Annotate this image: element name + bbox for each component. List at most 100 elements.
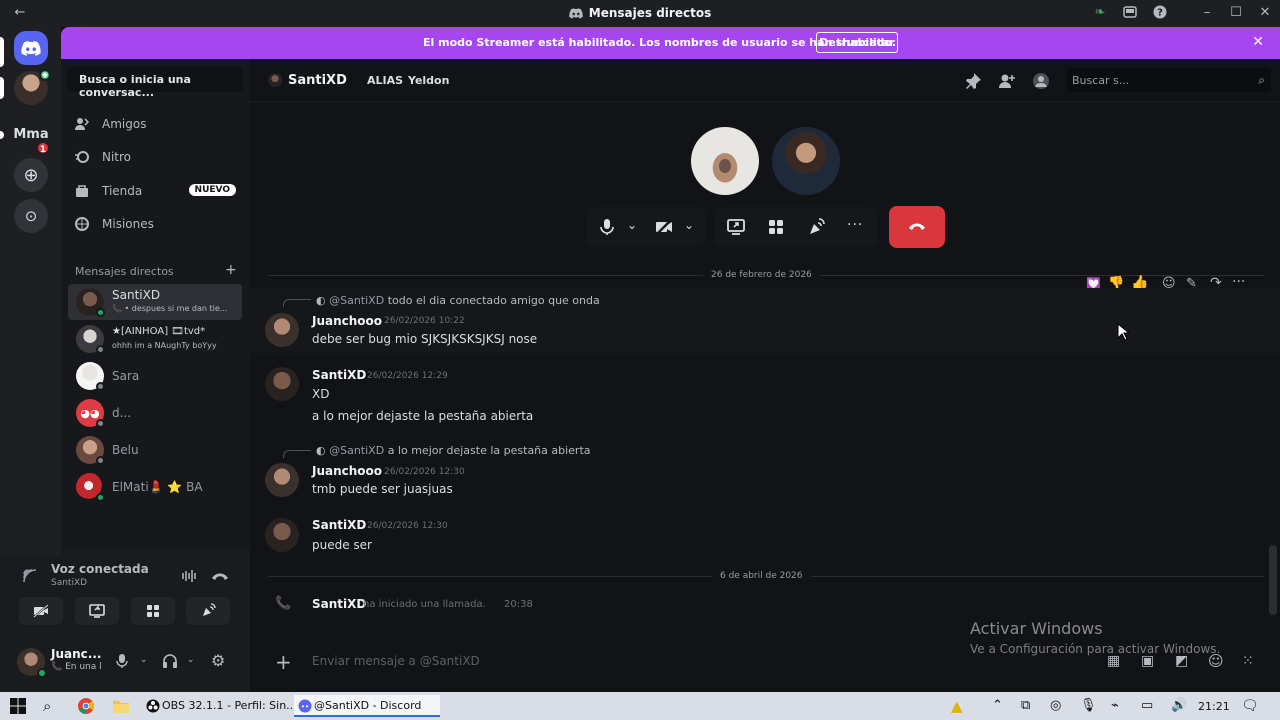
activities-button[interactable]: [131, 597, 175, 625]
headphones-icon[interactable]: [162, 653, 178, 669]
inbox-icon[interactable]: [1123, 5, 1139, 21]
screen-share-icon: [89, 604, 105, 618]
windows-start-icon[interactable]: [9, 697, 27, 715]
show-hidden-icons[interactable]: ⌃: [992, 697, 1010, 715]
pin-icon[interactable]: [964, 72, 982, 90]
call-controls-audio-video: ⌄ ⌄: [586, 207, 706, 247]
nitro-leaf-icon[interactable]: ❧: [1092, 5, 1108, 21]
call-participant-avatar-2[interactable]: [772, 127, 840, 195]
dm-list-header: Mensajes directos: [75, 265, 174, 278]
compass-icon: ⊙: [24, 207, 38, 225]
home-dm-button[interactable]: [14, 31, 48, 65]
message-author[interactable]: Juanchooo: [312, 464, 382, 478]
call-event-author[interactable]: SantiXD: [312, 597, 366, 611]
alias-value: Yeldon: [408, 74, 450, 87]
message-item[interactable]: ◐ @SantiXD a lo mejor dejaste la pestaña…: [250, 439, 1280, 499]
tray-volume-icon[interactable]: 🔊: [1171, 697, 1189, 715]
call-event: 📞 SantiXD ha iniciado una llamada. 20:38: [250, 595, 1280, 615]
call-microphone-icon[interactable]: [598, 218, 616, 236]
tray-network-icon[interactable]: ◎: [1050, 697, 1068, 715]
reply-preview[interactable]: ◐ @SantiXD a lo mejor dejaste la pestaña…: [316, 444, 591, 457]
activities-composer-icon[interactable]: ⁙: [1242, 653, 1254, 669]
nav-label: Misiones: [102, 217, 154, 231]
audio-options-chevron-icon[interactable]: ⌄: [187, 655, 195, 665]
create-dm-plus-icon[interactable]: +: [225, 262, 237, 278]
close-icon[interactable]: ✕: [1252, 35, 1264, 49]
rail-continuation: [0, 549, 61, 555]
chat-search-input[interactable]: Buscar s... ⌕: [1066, 68, 1271, 92]
message-item[interactable]: SantiXD 26/02/2026 12:30 puede ser: [250, 518, 1280, 558]
message-author[interactable]: SantiXD: [312, 368, 366, 382]
call-soundboard-icon[interactable]: [807, 218, 825, 236]
call-camera-off-icon[interactable]: [655, 218, 673, 236]
minimize-icon[interactable]: –: [1199, 5, 1215, 21]
message-avatar[interactable]: [265, 367, 299, 401]
scrollbar-thumb[interactable]: [1269, 545, 1277, 615]
soundboard-button[interactable]: [186, 597, 230, 625]
unread-indicator: [0, 77, 4, 99]
notifications-icon[interactable]: 🗨: [1241, 697, 1259, 715]
screen-share-button[interactable]: [75, 597, 119, 625]
noise-suppression-icon[interactable]: [181, 569, 197, 583]
message-item[interactable]: ◐ @SantiXD todo el dia conectado amigo q…: [250, 288, 1280, 353]
server-mma[interactable]: Mma 1: [13, 117, 50, 155]
reply-preview[interactable]: ◐ @SantiXD todo el dia conectado amigo q…: [316, 294, 600, 307]
tray-battery-icon[interactable]: ⌁: [1111, 697, 1129, 715]
hang-up-button[interactable]: [889, 206, 945, 248]
taskbar-search-icon[interactable]: ⌕: [43, 697, 61, 715]
settings-gear-icon[interactable]: ⚙: [211, 651, 225, 670]
tray-microphone-icon[interactable]: 🎙: [1080, 697, 1098, 715]
search-conversation-input[interactable]: Busca o inicia una conversac...: [67, 67, 243, 99]
more-options-icon[interactable]: ···: [847, 217, 863, 233]
warning-tray-icon[interactable]: ▲: [951, 697, 969, 715]
nav-misiones[interactable]: Misiones: [74, 210, 244, 238]
message-avatar[interactable]: [265, 463, 299, 497]
chrome-icon[interactable]: [77, 697, 95, 715]
dm-item-sara[interactable]: Sara: [68, 358, 242, 394]
call-participant-avatar-1[interactable]: [691, 127, 759, 195]
help-icon[interactable]: ?: [1153, 5, 1169, 21]
message-author[interactable]: SantiXD: [312, 518, 366, 532]
explore-servers-button[interactable]: ⊙: [14, 199, 48, 233]
tray-display-icon[interactable]: ▭: [1141, 697, 1159, 715]
attach-plus-icon[interactable]: +: [275, 650, 292, 674]
taskbar-clock[interactable]: 21:21: [1198, 700, 1230, 713]
user-profile-icon[interactable]: [1032, 72, 1050, 90]
camera-chevron-icon[interactable]: ⌄: [684, 218, 694, 232]
add-server-button[interactable]: ⊕: [14, 158, 48, 192]
taskbar-obs[interactable]: OBS 32.1.1 - Perfil: Sin...: [142, 695, 297, 717]
dm-avatar-shortcut[interactable]: ◉: [14, 69, 51, 105]
close-window-icon[interactable]: ✕: [1257, 5, 1273, 21]
dm-item-belu[interactable]: Belu: [68, 432, 242, 468]
mic-chevron-icon[interactable]: ⌄: [627, 218, 637, 232]
recipient-name[interactable]: SantiXD: [288, 73, 347, 88]
message-avatar[interactable]: [265, 313, 299, 347]
mic-options-chevron-icon[interactable]: ⌄: [140, 655, 148, 665]
tray-app-icon[interactable]: ⧉: [1021, 697, 1039, 715]
call-screen-share-icon[interactable]: [727, 218, 745, 236]
taskbar-discord[interactable]: @SantiXD - Discord: [294, 695, 440, 717]
dm-item-d[interactable]: ◕◕ d...: [68, 395, 242, 431]
dm-item-ainhoa[interactable]: ★[AINHOA] 🎞tvd* ohhh im a NAughTy boYyy: [68, 321, 242, 357]
disable-streamer-button[interactable]: Deshabilitar: [816, 32, 898, 53]
call-activities-icon[interactable]: [767, 218, 785, 236]
nav-tienda[interactable]: Tienda NUEVO: [74, 177, 244, 205]
message-item[interactable]: SantiXD 26/02/2026 12:29 XD a lo mejor d…: [250, 363, 1280, 425]
dm-item-santixd[interactable]: SantiXD 📞 • despues si me dan tie...: [68, 284, 242, 320]
microphone-icon[interactable]: [116, 653, 128, 669]
message-author[interactable]: Juanchooo: [312, 314, 382, 328]
dm-item-elmati[interactable]: ElMati💄 ⭐ BA: [68, 469, 242, 505]
signal-icon[interactable]: [22, 568, 38, 584]
file-explorer-icon[interactable]: [112, 697, 130, 715]
maximize-icon[interactable]: ☐: [1228, 5, 1244, 21]
offline-status-dot: [96, 456, 105, 465]
reply-text: a lo mejor dejaste la pestaña abierta: [387, 444, 591, 457]
dm-name: ★[AINHOA] 🎞tvd*: [112, 326, 206, 337]
nav-nitro[interactable]: Nitro: [74, 143, 244, 171]
disconnect-call-icon[interactable]: [211, 570, 229, 582]
camera-off-button[interactable]: [19, 597, 63, 625]
message-avatar[interactable]: [265, 518, 299, 552]
chat-header: SantiXD ALIAS Yeldon Buscar s... ⌕: [250, 59, 1280, 102]
nav-amigos[interactable]: Amigos: [74, 110, 244, 138]
add-friend-icon[interactable]: [998, 72, 1016, 90]
